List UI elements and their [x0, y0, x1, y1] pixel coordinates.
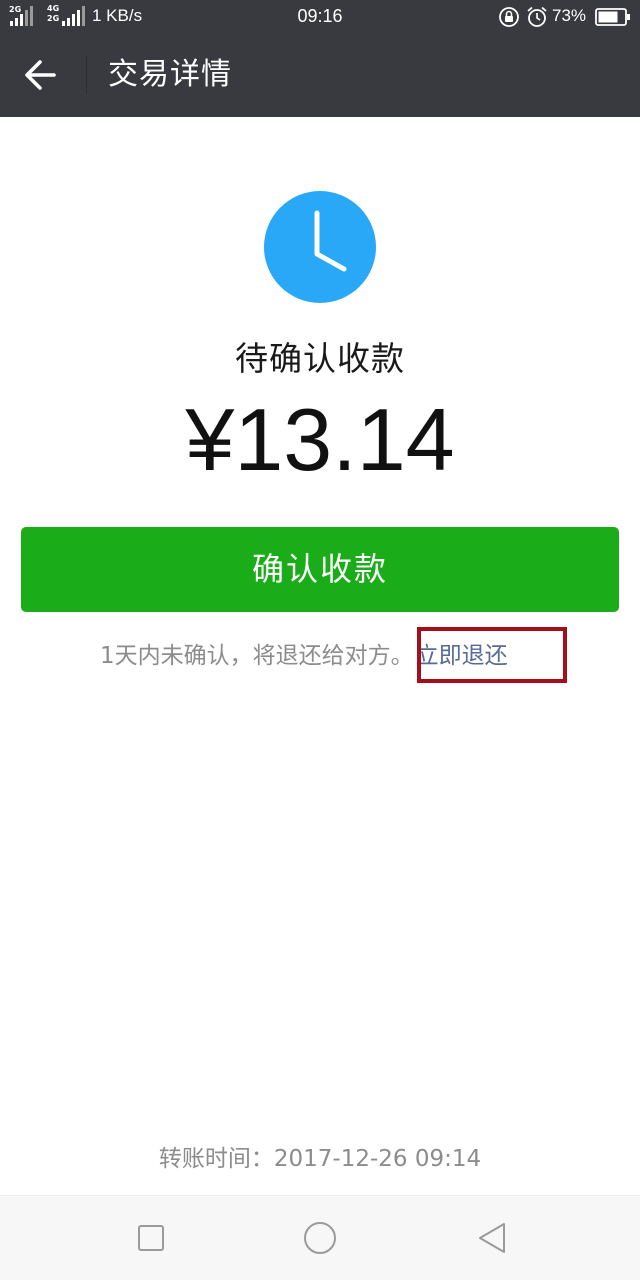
system-navigation-bar — [0, 1195, 640, 1280]
alarm-clock-icon — [527, 6, 547, 27]
navigation-bar: 交易详情 — [0, 32, 640, 117]
status-bar: 2G 4G 2G 1 KB/s 09:16 73% — [0, 0, 640, 32]
triangle-left-icon[interactable] — [472, 1220, 512, 1256]
nav-divider — [86, 56, 87, 94]
clock-icon — [264, 191, 376, 303]
highlight-annotation-box — [417, 627, 567, 683]
transfer-time: 转账时间：2017-12-26 09:14 — [0, 1140, 640, 1178]
circle-icon[interactable] — [300, 1220, 340, 1256]
arrow-left-icon — [25, 60, 56, 90]
page-title: 交易详情 — [108, 57, 232, 92]
transfer-time-label: 转账时间： — [158, 1146, 274, 1172]
refund-note: 1天内未确认，将退还给对方。 — [100, 643, 414, 669]
battery-icon — [595, 8, 630, 26]
confirm-receipt-button[interactable]: 确认收款 — [21, 527, 619, 612]
square-icon[interactable] — [130, 1220, 170, 1256]
transfer-time-value: 2017-12-26 09:14 — [273, 1146, 482, 1172]
transaction-amount: ¥13.14 — [185, 390, 455, 489]
rotation-lock-icon — [499, 7, 519, 27]
transaction-status: 待确认收款 — [235, 339, 405, 378]
battery-percent: 73% — [552, 6, 587, 25]
back-button[interactable] — [18, 52, 66, 98]
